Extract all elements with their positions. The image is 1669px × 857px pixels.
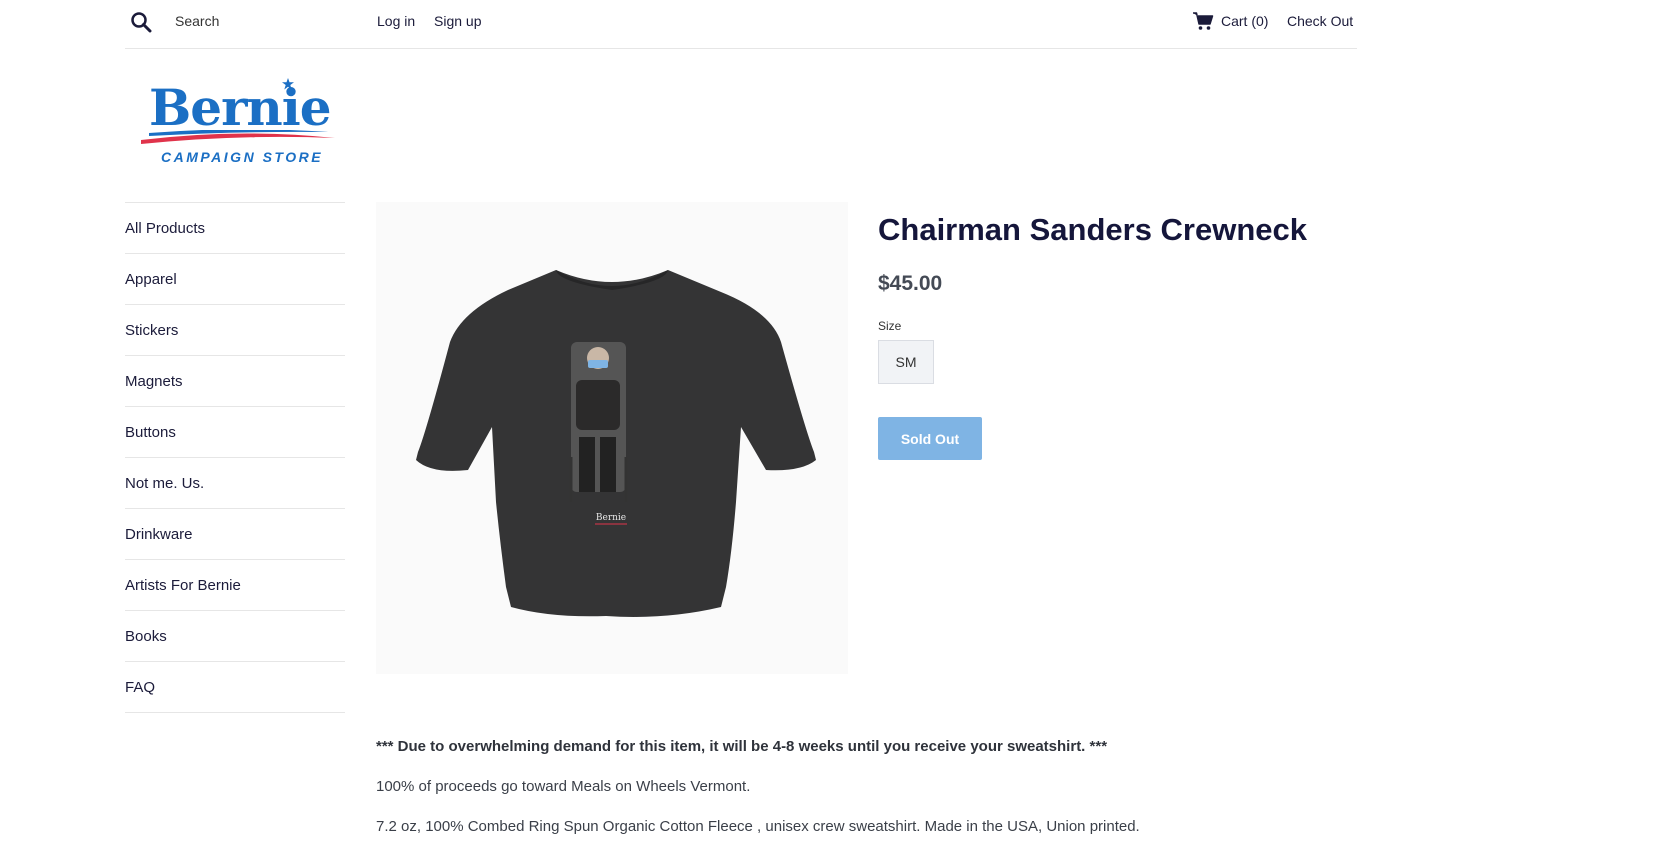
product-title: Chairman Sanders Crewneck	[878, 212, 1308, 247]
search-input[interactable]: Search	[175, 13, 219, 29]
sidebar-item-magnets[interactable]: Magnets	[125, 355, 345, 406]
product-price: $45.00	[878, 272, 943, 295]
logo-wordmark: Bernie	[149, 78, 332, 137]
sidebar-item-artists[interactable]: Artists For Bernie	[125, 559, 345, 610]
sidebar-item-stickers[interactable]: Stickers	[125, 304, 345, 355]
checkout-link[interactable]: Check Out	[1287, 13, 1353, 29]
search-icon[interactable]	[130, 11, 152, 33]
sweatshirt-image: Bernie	[416, 270, 816, 617]
login-link[interactable]: Log in	[377, 13, 415, 29]
product-description: *** Due to overwhelming demand for this …	[376, 737, 1276, 857]
description-line: 7.2 oz, 100% Combed Ring Spun Organic Co…	[376, 818, 1140, 835]
category-sidebar: All Products Apparel Stickers Magnets Bu…	[125, 202, 345, 713]
cart-icon[interactable]	[1192, 11, 1214, 31]
sidebar-item-books[interactable]: Books	[125, 610, 345, 661]
store-logo[interactable]: Bernie CAMPAIGN STORE	[137, 74, 351, 174]
description-notice: *** Due to overwhelming demand for this …	[376, 738, 1108, 755]
sidebar-item-faq[interactable]: FAQ	[125, 661, 345, 713]
logo-subtitle: CAMPAIGN STORE	[161, 149, 324, 165]
logo-star-icon	[282, 78, 294, 90]
product-image[interactable]: Bernie	[376, 202, 848, 674]
sidebar-item-drinkware[interactable]: Drinkware	[125, 508, 345, 559]
sidebar-item-all-products[interactable]: All Products	[125, 202, 345, 253]
size-label: Size	[878, 319, 902, 333]
top-bar: Search Log in Sign up Cart (0) Check Out	[125, 0, 1357, 49]
sidebar-item-buttons[interactable]: Buttons	[125, 406, 345, 457]
print-wordmark: Bernie	[596, 513, 626, 523]
sold-out-button[interactable]: Sold Out	[878, 417, 982, 460]
logo-swoosh	[141, 130, 335, 144]
size-select[interactable]: SM	[878, 340, 934, 384]
sidebar-item-not-me-us[interactable]: Not me. Us.	[125, 457, 345, 508]
sidebar-item-apparel[interactable]: Apparel	[125, 253, 345, 304]
signup-link[interactable]: Sign up	[434, 13, 481, 29]
cart-link[interactable]: Cart (0)	[1221, 13, 1268, 29]
description-line: 100% of proceeds go toward Meals on Whee…	[376, 778, 751, 795]
